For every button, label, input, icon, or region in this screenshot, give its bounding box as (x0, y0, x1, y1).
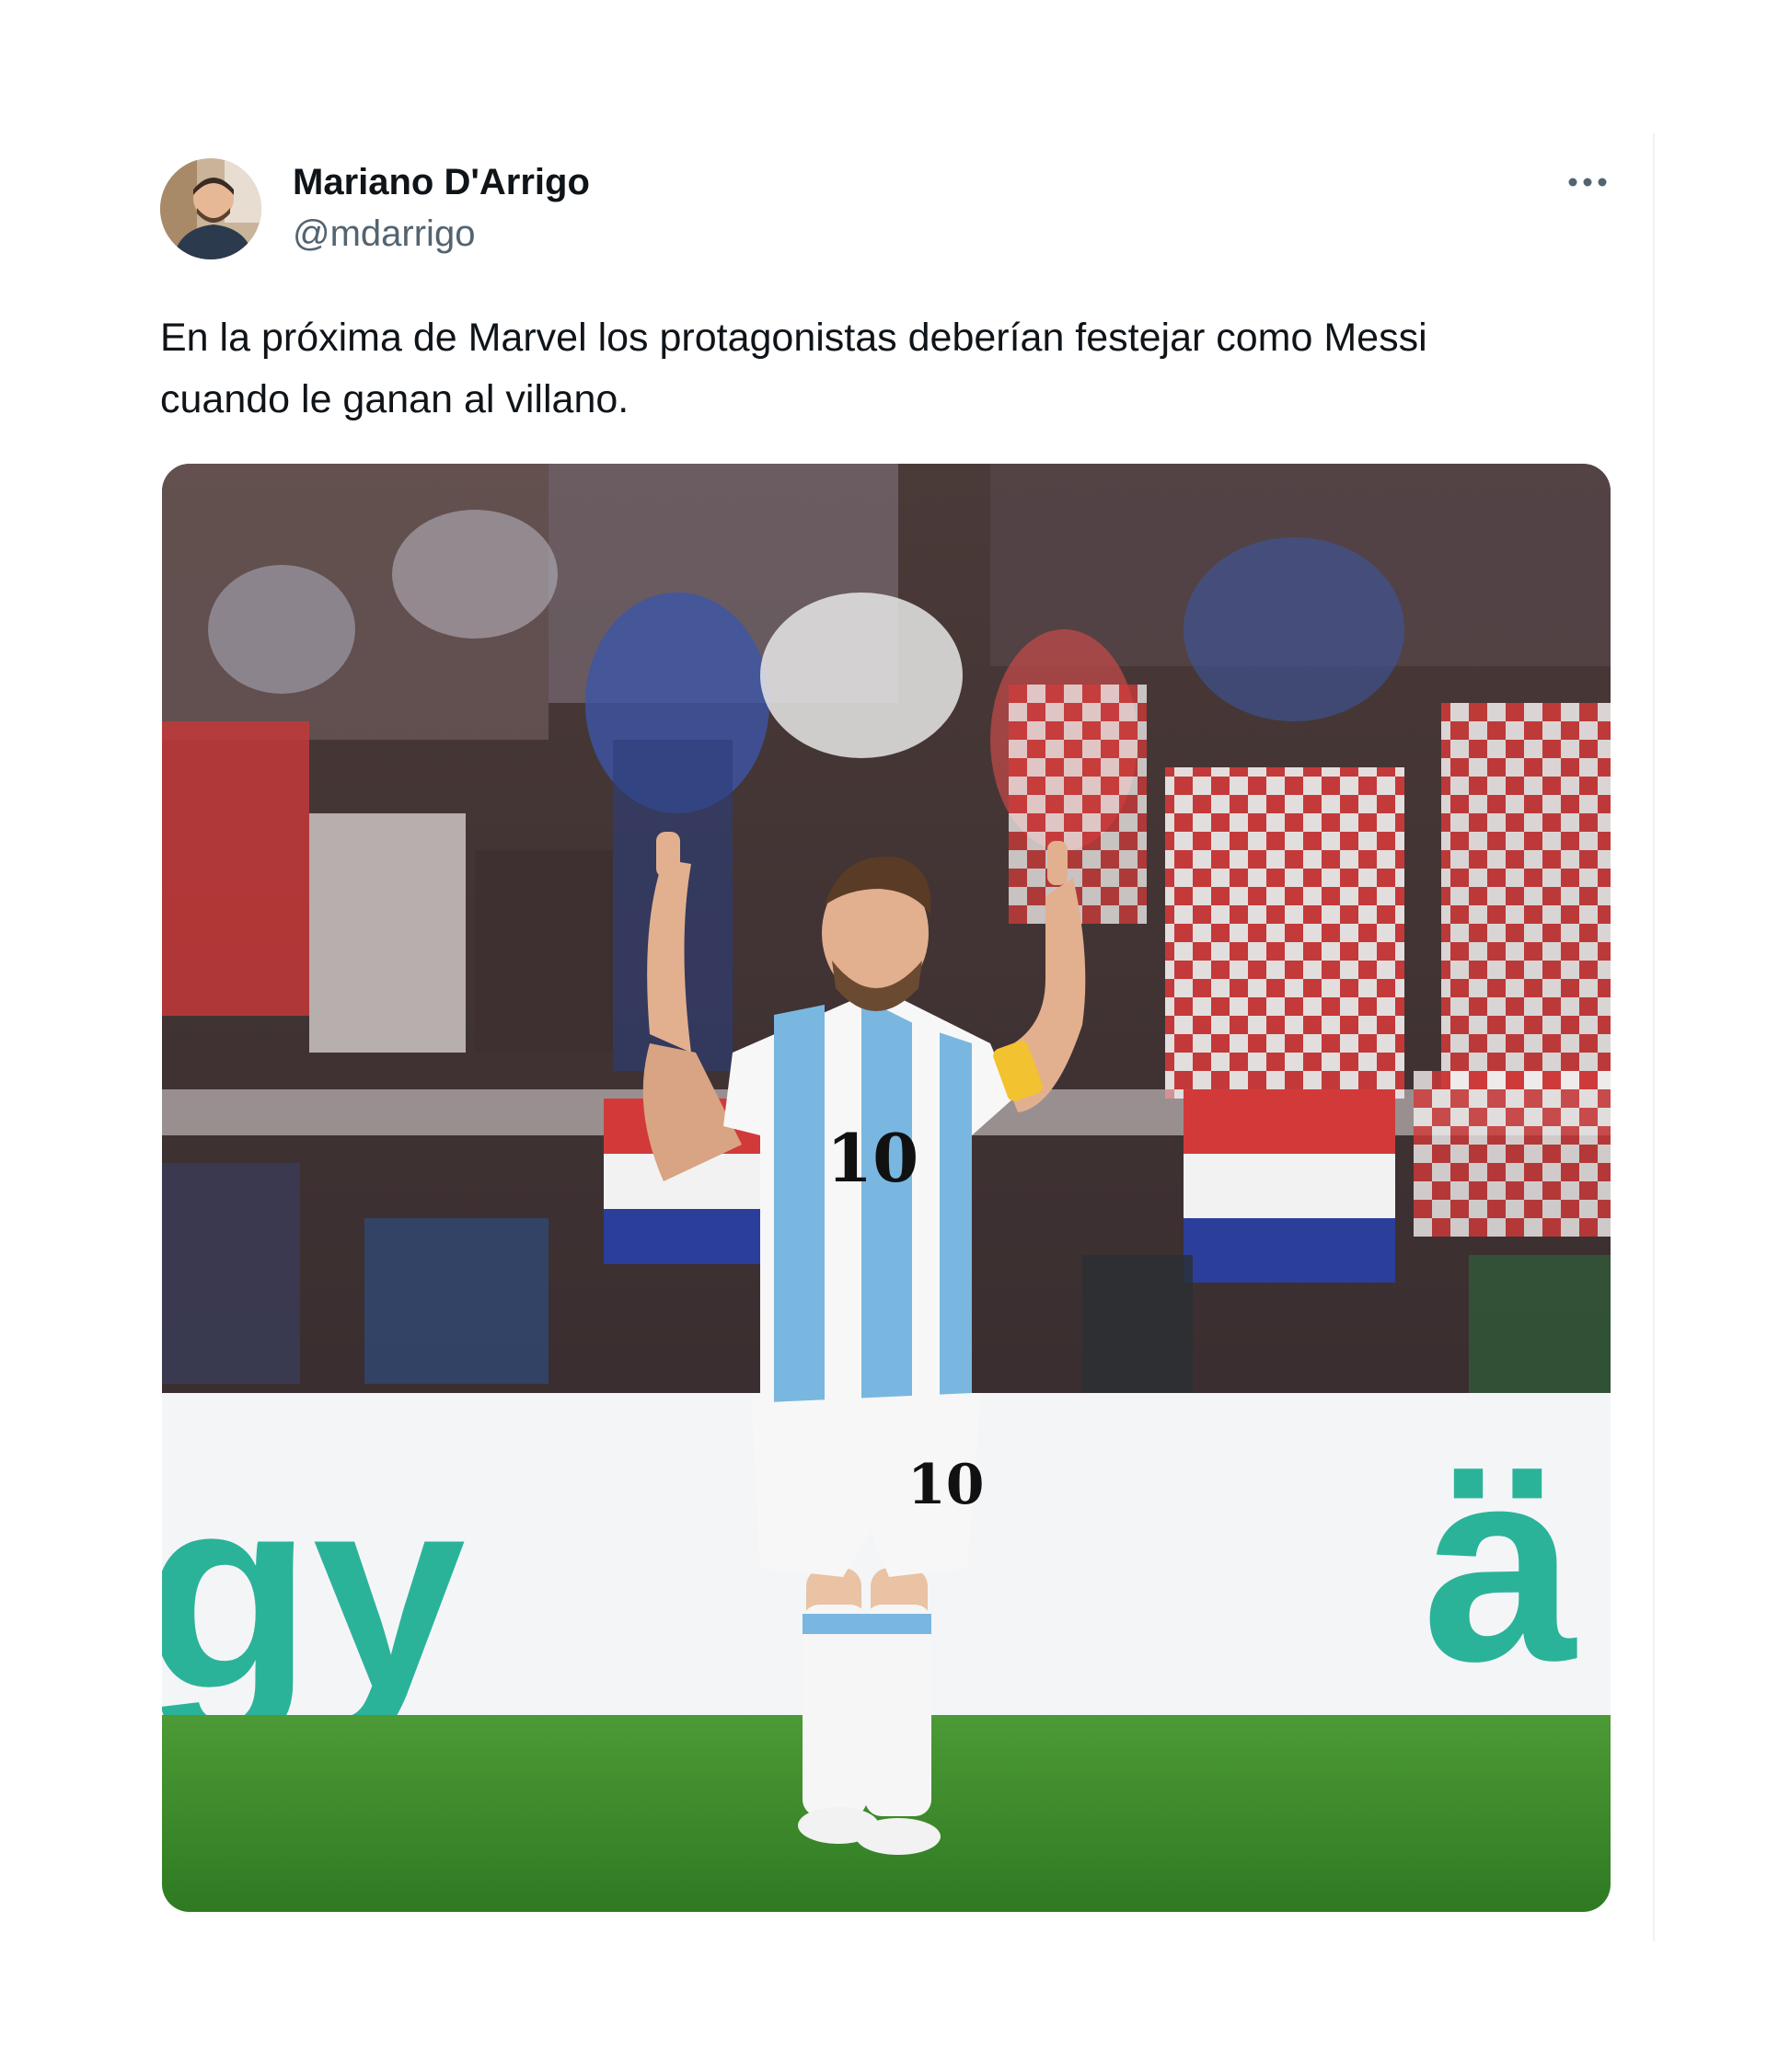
shirt-number: 10 (826, 1119, 918, 1197)
author-handle[interactable]: @mdarrigo (293, 213, 475, 255)
board-text-right: ä (1423, 1410, 1578, 1719)
more-horizontal-icon (1568, 178, 1607, 187)
author-name[interactable]: Mariano D'Arrigo (293, 162, 590, 203)
photo-footballer-celebrating: gy ä 10 10 (162, 464, 1611, 1912)
tweet-media-photo[interactable]: gy ä 10 10 (162, 464, 1611, 1912)
avatar[interactable] (160, 158, 261, 259)
tweet: Mariano D'Arrigo @mdarrigo En la próxima… (0, 0, 1767, 2072)
more-options-button[interactable] (1555, 156, 1620, 208)
board-text-left: gy (162, 1437, 468, 1748)
avatar-photo (160, 158, 261, 259)
shorts-number: 10 (907, 1453, 985, 1517)
tweet-text: En la próxima de Marvel los protagonista… (160, 316, 1427, 421)
